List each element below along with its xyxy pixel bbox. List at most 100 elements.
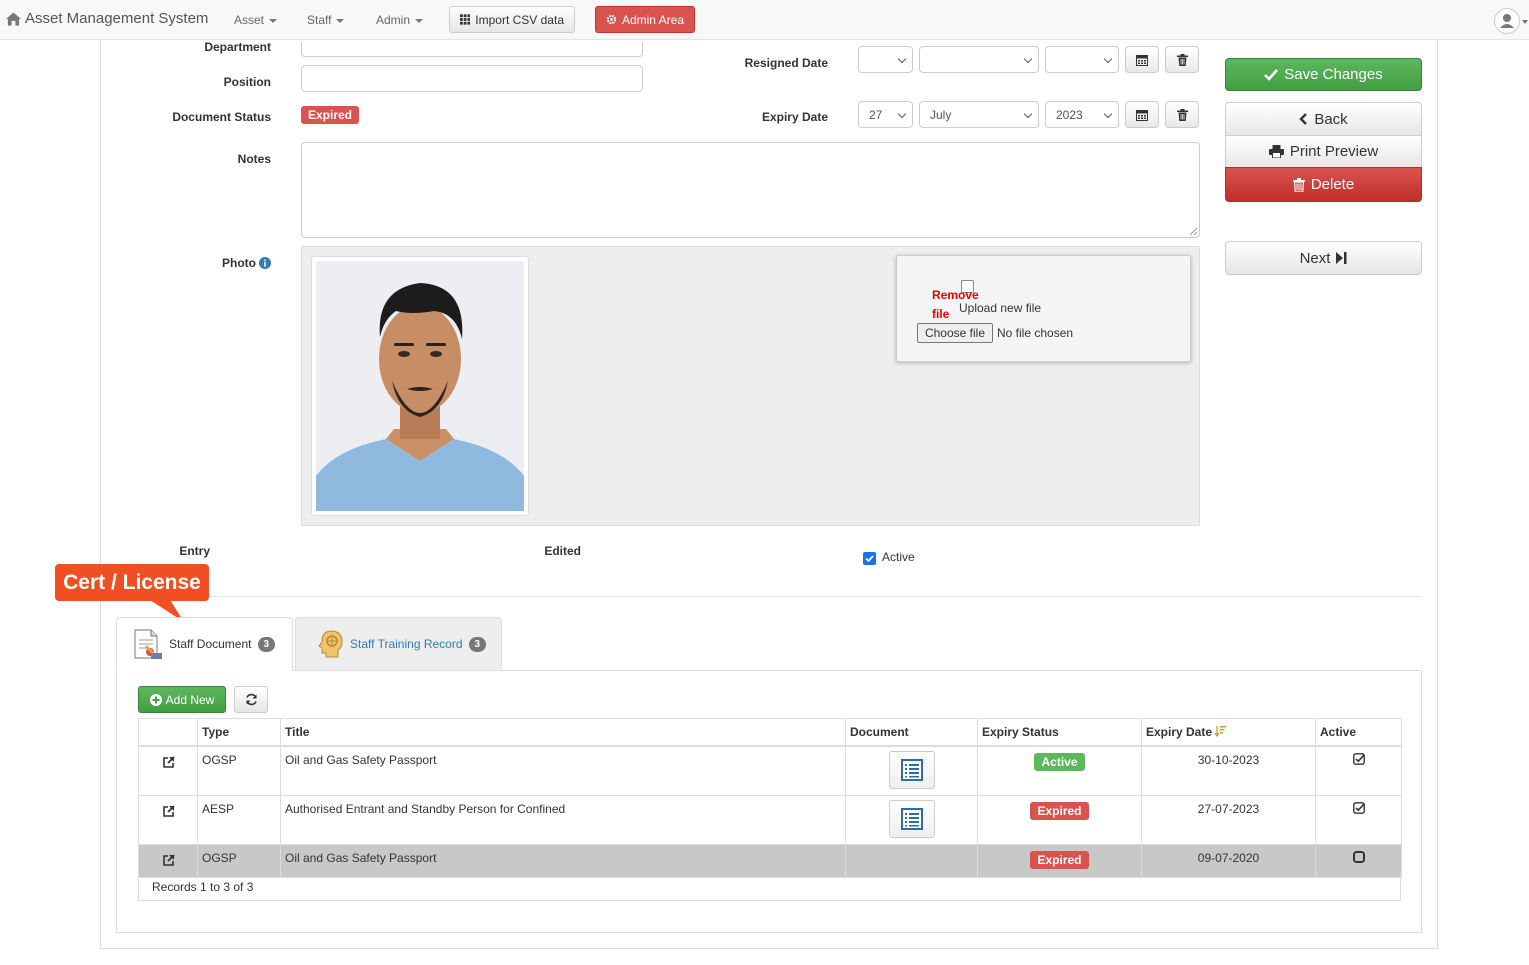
tab-staff-document[interactable]: Staff Document 3	[116, 617, 293, 671]
back-label: Back	[1314, 110, 1348, 128]
resigned-month-select[interactable]	[919, 46, 1039, 73]
chevron-down-icon	[1103, 54, 1113, 64]
plus-circle-icon	[149, 693, 162, 706]
resigned-clear-button[interactable]	[1165, 46, 1199, 73]
user-icon	[1500, 14, 1514, 28]
position-input[interactable]	[301, 65, 643, 92]
tab-staff-training-record-count: 3	[468, 636, 487, 652]
document-cell	[845, 745, 978, 796]
admin-area-button[interactable]: Admin Area	[595, 6, 695, 33]
expiry-year-select[interactable]: 2023	[1045, 101, 1119, 128]
expiry-clear-button[interactable]	[1165, 101, 1199, 128]
add-new-button[interactable]: Add New	[138, 686, 226, 713]
document-status-badge: Expired	[301, 106, 360, 124]
expiry-year-value: 2023	[1056, 107, 1083, 122]
caret-down-icon	[1522, 20, 1528, 24]
info-icon[interactable]	[259, 257, 271, 269]
expiry-status-cell: Expired	[977, 794, 1142, 845]
table-row: OGSP Oil and Gas Safety Passport Active 30-…	[138, 745, 1402, 796]
column-header-title[interactable]: Title	[280, 718, 846, 747]
tab-staff-training-record[interactable]: Staff Training Record 3	[295, 617, 502, 671]
notes-textarea[interactable]	[301, 142, 1200, 238]
chevron-left-icon	[1299, 113, 1308, 125]
view-document-button[interactable]	[888, 750, 935, 789]
tab-staff-training-record-label: Staff Training Record	[350, 637, 463, 651]
column-header-expiry-date-label: Expiry Date	[1146, 724, 1213, 739]
trash-icon	[1176, 53, 1188, 66]
external-link-icon[interactable]	[162, 804, 175, 818]
save-changes-button[interactable]: Save Changes	[1225, 58, 1422, 91]
expiry-status-badge: Expired	[1030, 801, 1089, 820]
menu-asset-label: Asset	[234, 13, 265, 27]
column-header-active[interactable]: Active	[1315, 718, 1402, 747]
upload-new-file-label: Upload new file	[959, 301, 1042, 315]
menu-asset[interactable]: Asset	[234, 13, 278, 27]
chevron-down-icon	[1023, 109, 1033, 119]
unchecked-box-icon[interactable]	[1352, 850, 1365, 863]
expiry-date-cell: 30-10-2023	[1141, 745, 1316, 796]
no-file-chosen-text: No file chosen	[997, 326, 1074, 340]
tab-staff-document-count: 3	[257, 636, 276, 652]
active-cell	[1315, 843, 1402, 878]
menu-admin[interactable]: Admin	[376, 13, 424, 27]
admin-area-label: Admin Area	[621, 12, 684, 27]
expiry-month-select[interactable]: July	[919, 101, 1039, 128]
document-cell	[845, 843, 978, 878]
expiry-calendar-button[interactable]	[1125, 101, 1159, 128]
table-footer: Records 1 to 3 of 3	[138, 874, 1401, 901]
back-button[interactable]: Back	[1225, 102, 1422, 136]
document-certificate-icon	[134, 629, 162, 659]
menu-staff[interactable]: Staff	[307, 13, 345, 27]
resigned-year-select[interactable]	[1045, 46, 1119, 73]
title-cell: Oil and Gas Safety Passport	[280, 843, 846, 878]
upload-panel: Remove file Upload new file Choose file …	[896, 255, 1191, 362]
resize-handle-icon[interactable]	[1189, 227, 1197, 235]
choose-file-button[interactable]: Choose file	[917, 323, 993, 343]
next-button[interactable]: Next	[1225, 241, 1422, 275]
resigned-day-select[interactable]	[858, 46, 913, 73]
import-csv-button[interactable]: Import CSV data	[449, 6, 575, 33]
check-icon	[1264, 68, 1279, 81]
user-menu-button[interactable]	[1494, 8, 1520, 34]
photo-label: Photo	[222, 256, 256, 270]
sort-desc-icon[interactable]	[1214, 725, 1227, 737]
print-preview-label: Print Preview	[1289, 143, 1379, 160]
resigned-date-label: Resigned Date	[744, 56, 828, 70]
resigned-calendar-button[interactable]	[1125, 46, 1159, 73]
cert-license-callout: Cert / License	[55, 564, 209, 601]
title-cell: Authorised Entrant and Standby Person fo…	[280, 794, 846, 845]
active-cell	[1315, 745, 1402, 796]
column-header-type[interactable]: Type	[197, 718, 281, 747]
caret-down-icon	[336, 18, 345, 23]
brand[interactable]: Asset Management System	[6, 10, 208, 27]
expiry-status-cell: Active	[977, 745, 1142, 796]
home-icon	[6, 11, 21, 26]
print-icon	[1268, 145, 1284, 158]
external-link-icon[interactable]	[162, 755, 175, 769]
records-count-text: Records 1 to 3 of 3	[152, 880, 254, 894]
department-input[interactable]	[301, 42, 643, 57]
trash-icon	[1292, 177, 1305, 192]
gear-icon	[606, 14, 617, 25]
external-link-icon[interactable]	[162, 853, 175, 867]
calendar-icon	[1136, 109, 1148, 121]
expiry-date-label: Expiry Date	[761, 110, 828, 124]
photo-label-group: Photo	[150, 256, 271, 270]
menu-admin-label: Admin	[376, 13, 411, 27]
import-csv-label: Import CSV data	[475, 12, 564, 27]
view-document-button[interactable]	[888, 799, 935, 838]
table-row: AESP Authorised Entrant and Standby Perso…	[138, 794, 1402, 845]
refresh-button[interactable]	[234, 686, 268, 713]
caret-down-icon	[415, 18, 424, 23]
column-header-document[interactable]: Document	[845, 718, 978, 747]
print-preview-button[interactable]: Print Preview	[1225, 135, 1422, 168]
checked-box-icon[interactable]	[1352, 801, 1365, 814]
next-label: Next	[1299, 249, 1331, 267]
column-header-expiry-date[interactable]: Expiry Date	[1141, 718, 1316, 747]
checked-box-icon[interactable]	[1352, 752, 1365, 765]
expiry-day-select[interactable]: 27	[858, 101, 913, 128]
column-header-expiry-status[interactable]: Expiry Status	[977, 718, 1142, 747]
active-checkbox[interactable]	[863, 552, 876, 565]
top-navbar: Asset Management System Asset Staff Admi…	[0, 0, 1529, 40]
delete-button[interactable]: Delete	[1225, 167, 1422, 202]
